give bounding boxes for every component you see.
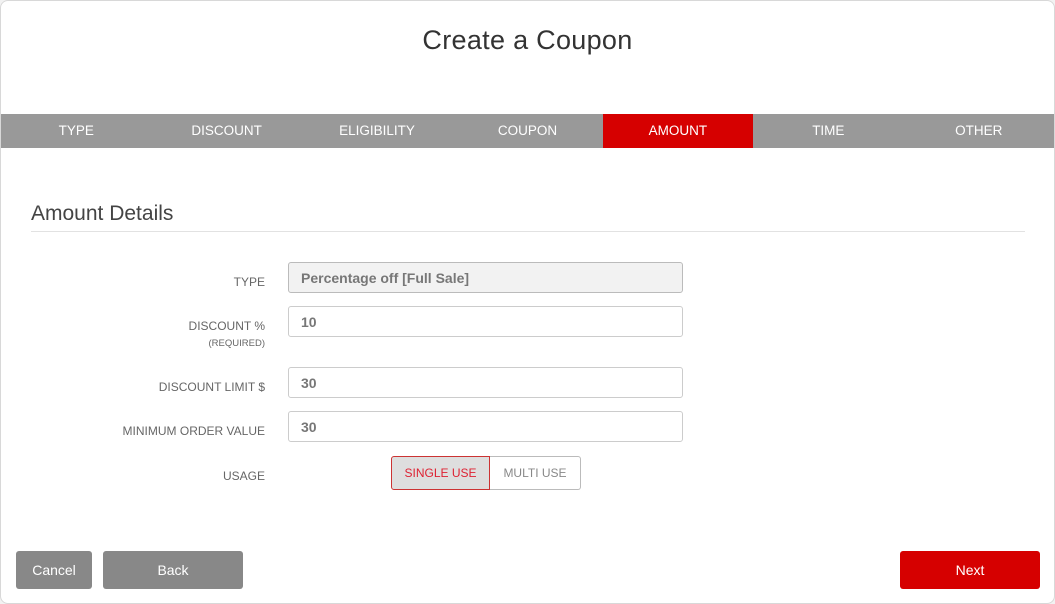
page-title: Create a Coupon bbox=[422, 25, 633, 55]
step-discount[interactable]: DISCOUNT bbox=[151, 114, 301, 148]
section-divider bbox=[31, 231, 1025, 232]
section-title: Amount Details bbox=[31, 202, 174, 225]
type-label: TYPE bbox=[233, 275, 265, 289]
coupon-wizard-card: Create a Coupon TYPE DISCOUNT ELIGIBILIT… bbox=[0, 0, 1055, 604]
minimum-order-label: MINIMUM ORDER VALUE bbox=[122, 424, 265, 438]
step-type[interactable]: TYPE bbox=[1, 114, 151, 148]
step-other[interactable]: OTHER bbox=[904, 114, 1054, 148]
usage-toggle: SINGLE USE MULTI USE bbox=[391, 456, 581, 490]
back-button[interactable]: Back bbox=[103, 551, 243, 589]
multi-use-option[interactable]: MULTI USE bbox=[490, 456, 581, 490]
step-amount[interactable]: AMOUNT bbox=[602, 114, 754, 148]
required-hint: (REQUIRED) bbox=[208, 338, 265, 349]
step-eligibility[interactable]: ELIGIBILITY bbox=[302, 114, 452, 148]
usage-label: USAGE bbox=[222, 469, 265, 483]
wizard-steps: TYPE DISCOUNT ELIGIBILITY COUPON AMOUNT … bbox=[1, 114, 1054, 148]
step-time[interactable]: TIME bbox=[753, 114, 903, 148]
discount-percent-label: DISCOUNT % bbox=[188, 319, 265, 333]
type-field[interactable] bbox=[288, 262, 683, 293]
step-coupon[interactable]: COUPON bbox=[452, 114, 602, 148]
discount-limit-input[interactable] bbox=[288, 367, 683, 398]
cancel-button[interactable]: Cancel bbox=[16, 551, 92, 589]
single-use-option[interactable]: SINGLE USE bbox=[391, 456, 490, 490]
discount-percent-input[interactable] bbox=[288, 306, 683, 337]
discount-limit-label: DISCOUNT LIMIT $ bbox=[158, 380, 265, 394]
next-button[interactable]: Next bbox=[900, 551, 1040, 589]
minimum-order-input[interactable] bbox=[288, 411, 683, 442]
